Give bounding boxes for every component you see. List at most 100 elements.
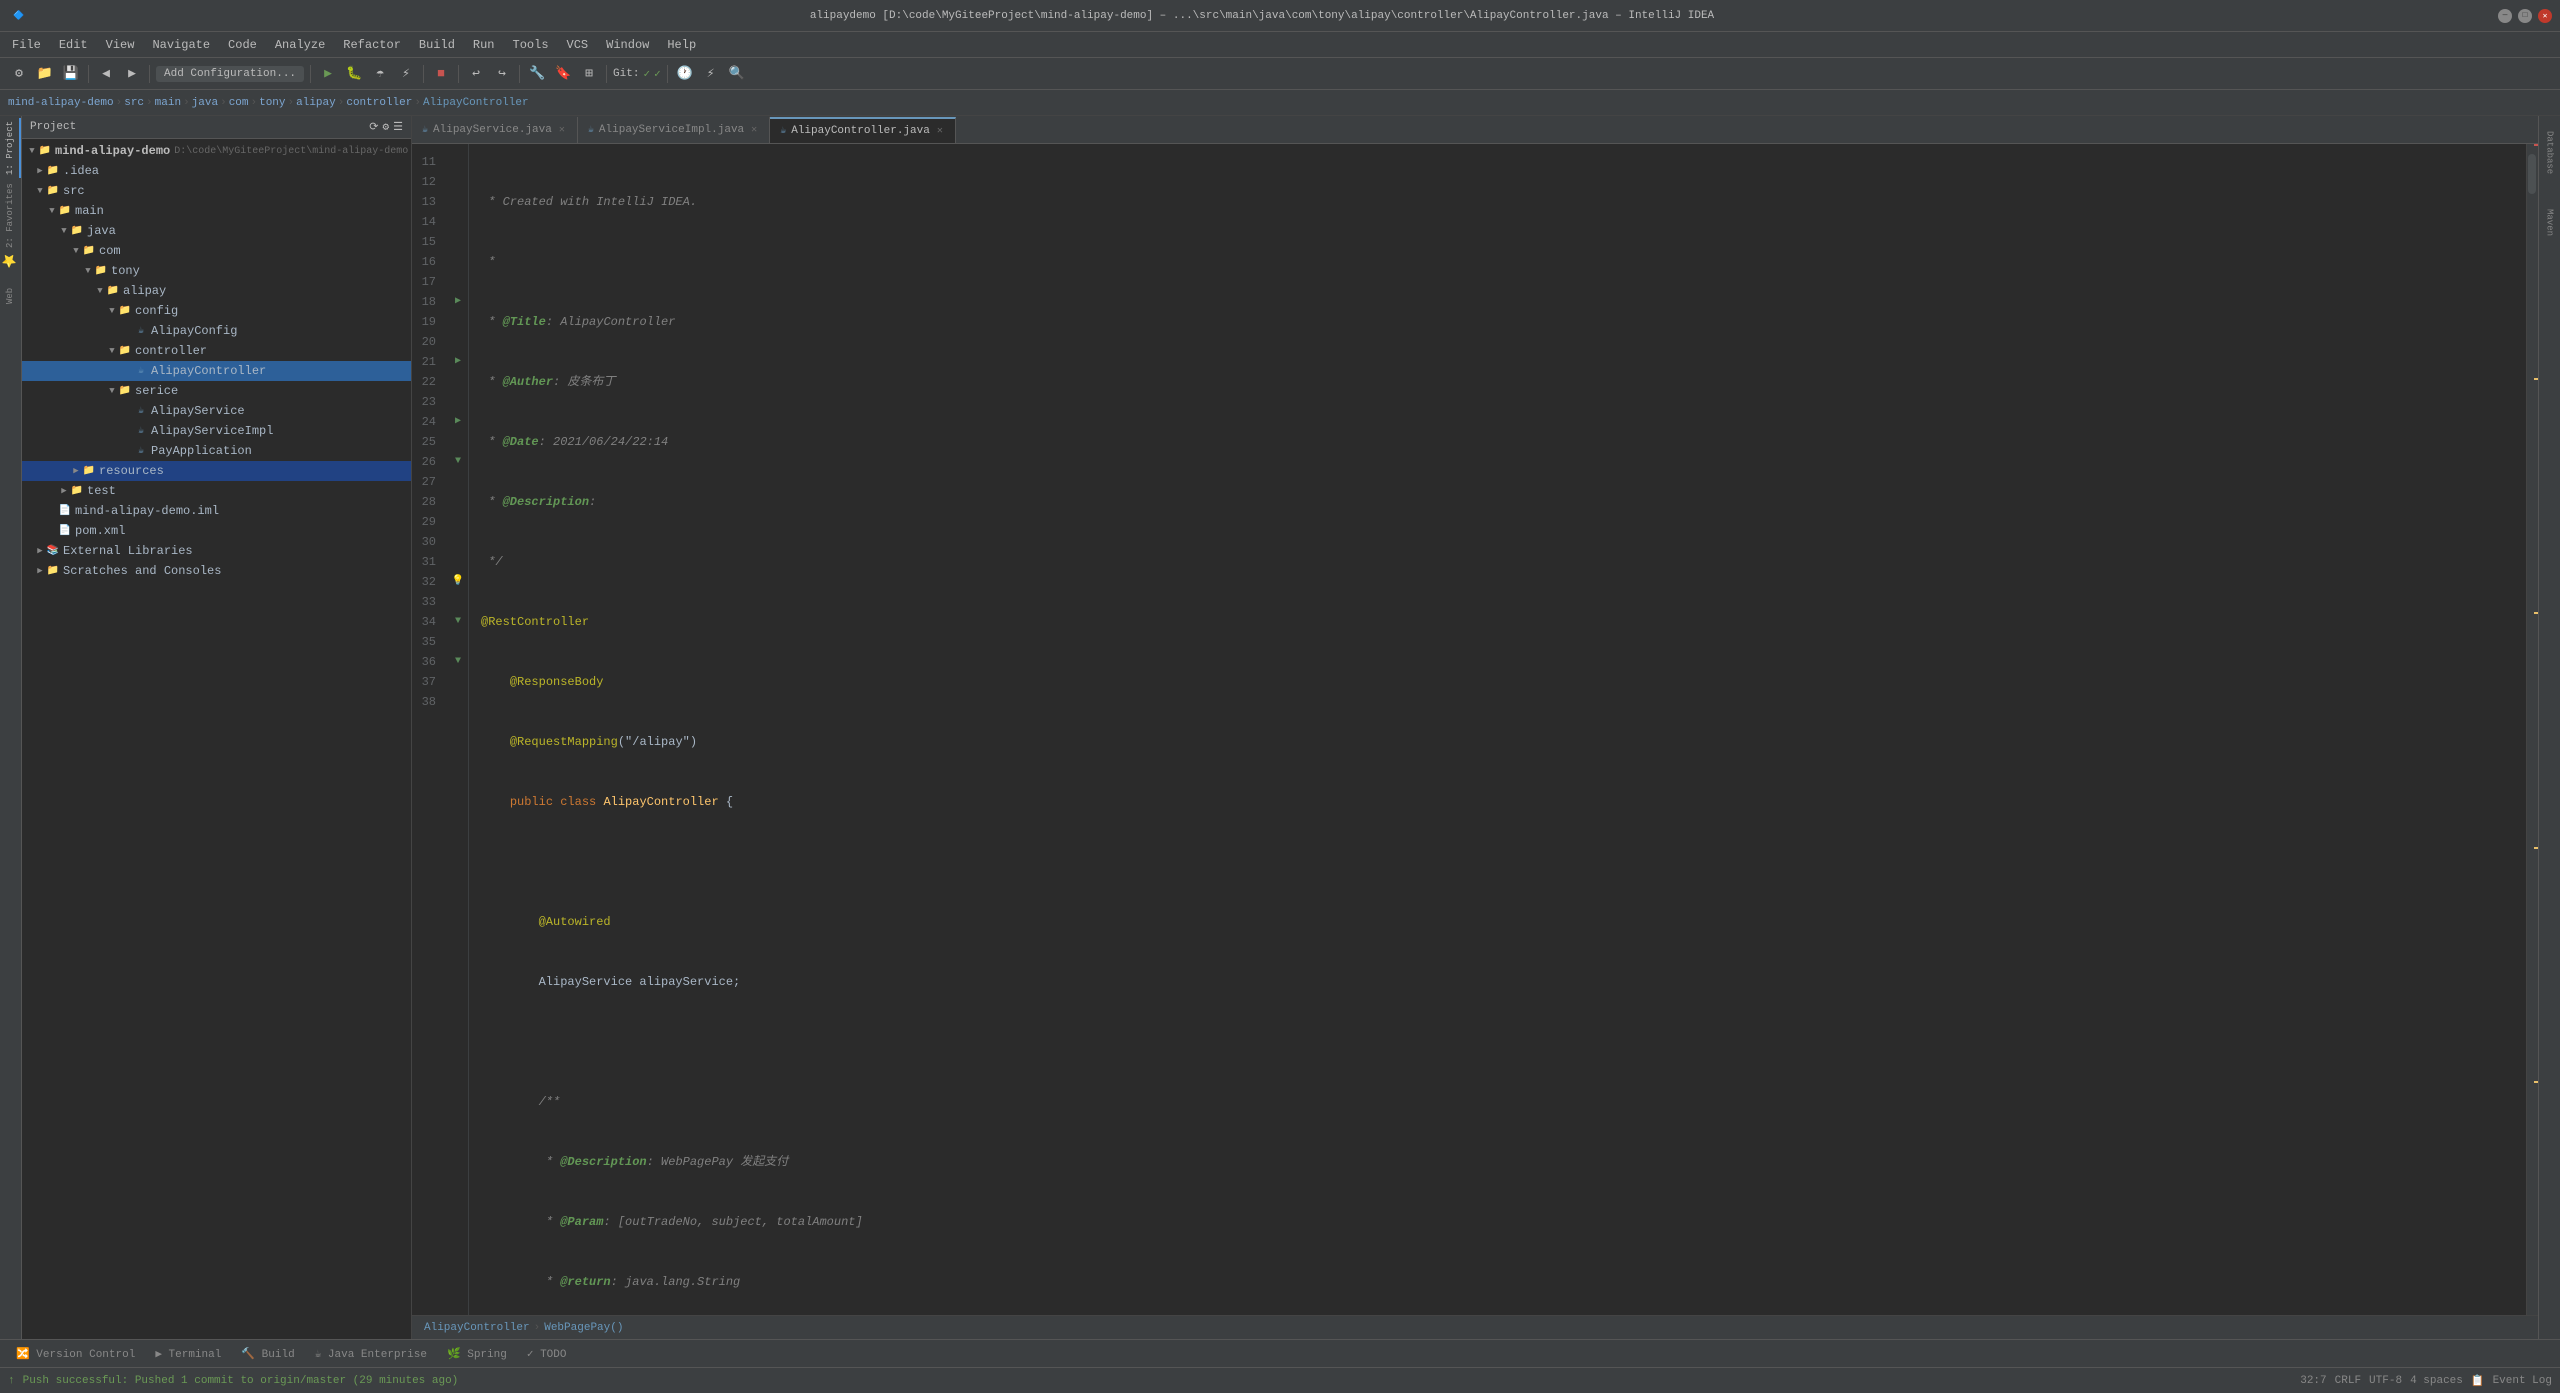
tab-alipayserviceimpl[interactable]: ☕ AlipayServiceImpl.java ✕ <box>578 117 770 143</box>
gutter-36[interactable]: ▼ <box>448 652 468 672</box>
menu-file[interactable]: File <box>4 36 49 54</box>
project-settings-icon[interactable]: ⚙ <box>383 120 390 134</box>
scroll-indicator[interactable] <box>2526 144 2538 1315</box>
toolbar-search-everywhere[interactable]: 🔍 <box>726 63 748 85</box>
editor-breadcrumb-method[interactable]: WebPagePay() <box>544 1322 623 1334</box>
tree-alipay[interactable]: ▼ 📁 alipay <box>22 281 411 301</box>
toolbar-stop[interactable]: ■ <box>430 63 452 85</box>
breadcrumb-root[interactable]: mind-alipay-demo <box>8 97 114 109</box>
toolbar-debug[interactable]: 🐛 <box>343 63 365 85</box>
tree-root[interactable]: ▼ 📁 mind-alipay-demo D:\code\MyGiteeProj… <box>22 141 411 161</box>
breadcrumb-controller[interactable]: controller <box>346 97 412 109</box>
toolbar-back[interactable]: ◀ <box>95 63 117 85</box>
breadcrumb-src[interactable]: src <box>124 97 144 109</box>
tab-close-serviceimpl[interactable]: ✕ <box>749 124 759 136</box>
tree-test[interactable]: ▶ 📁 test <box>22 481 411 501</box>
status-crlf[interactable]: CRLF <box>2335 1375 2361 1387</box>
toolbar-coverage[interactable]: ☂ <box>369 63 391 85</box>
tree-java[interactable]: ▼ 📁 java <box>22 221 411 241</box>
menu-navigate[interactable]: Navigate <box>144 36 218 54</box>
toolbar-profile[interactable]: ⚡ <box>395 63 417 85</box>
toolbar-grid[interactable]: ⊞ <box>578 63 600 85</box>
tab-close-service[interactable]: ✕ <box>557 124 567 136</box>
menu-refactor[interactable]: Refactor <box>335 36 409 54</box>
menu-window[interactable]: Window <box>598 36 657 54</box>
menu-view[interactable]: View <box>98 36 143 54</box>
status-eventlog[interactable]: Event Log <box>2493 1375 2552 1387</box>
sidebar-star[interactable]: ⭐ <box>1 246 21 276</box>
toolbar-save[interactable]: 💾 <box>60 63 82 85</box>
sidebar-database[interactable]: Database <box>2540 118 2560 188</box>
tree-tony[interactable]: ▼ 📁 tony <box>22 261 411 281</box>
gutter-34[interactable]: ▼ <box>448 612 468 632</box>
tree-iml[interactable]: ▼ 📄 mind-alipay-demo.iml <box>22 501 411 521</box>
gutter-18[interactable]: ▶ <box>448 292 468 312</box>
tree-serice[interactable]: ▼ 📁 serice <box>22 381 411 401</box>
status-spaces[interactable]: 4 spaces <box>2410 1375 2463 1387</box>
editor-breadcrumb-class[interactable]: AlipayController <box>424 1322 530 1334</box>
gutter-21[interactable]: ▶ <box>448 352 468 372</box>
sidebar-favorites[interactable]: 2: Favorites <box>1 186 21 246</box>
tree-main[interactable]: ▼ 📁 main <box>22 201 411 221</box>
toolbar-wrench[interactable]: 🔧 <box>526 63 548 85</box>
tree-idea[interactable]: ▶ 📁 .idea <box>22 161 411 181</box>
tree-com[interactable]: ▼ 📁 com <box>22 241 411 261</box>
tab-close-controller[interactable]: ✕ <box>935 125 945 137</box>
bottom-tab-spring[interactable]: 🌿 Spring <box>439 1345 515 1363</box>
close-button[interactable]: ✕ <box>2538 9 2552 23</box>
tree-pomxml[interactable]: ▼ 📄 pom.xml <box>22 521 411 541</box>
gutter-26[interactable]: ▼ <box>448 452 468 472</box>
tree-config[interactable]: ▼ 📁 config <box>22 301 411 321</box>
menu-run[interactable]: Run <box>465 36 503 54</box>
menu-code[interactable]: Code <box>220 36 265 54</box>
menu-help[interactable]: Help <box>659 36 704 54</box>
sidebar-web[interactable]: Web <box>1 276 21 316</box>
menu-tools[interactable]: Tools <box>505 36 557 54</box>
minimize-button[interactable]: — <box>2498 9 2512 23</box>
sidebar-project[interactable]: 1: Project <box>1 118 21 178</box>
tab-alipaycontroller[interactable]: ☕ AlipayController.java ✕ <box>770 117 956 143</box>
gutter-32[interactable]: 💡 <box>448 572 468 592</box>
toolbar-redo[interactable]: ↪ <box>491 63 513 85</box>
tree-external[interactable]: ▶ 📚 External Libraries <box>22 541 411 561</box>
toolbar-undo[interactable]: ↩ <box>465 63 487 85</box>
project-sync-icon[interactable]: ⟳ <box>369 120 378 134</box>
tree-alipayconfig[interactable]: ▼ ☕ AlipayConfig <box>22 321 411 341</box>
toolbar-settings[interactable]: ⚙ <box>8 63 30 85</box>
tree-alipayservice[interactable]: ▼ ☕ AlipayService <box>22 401 411 421</box>
menu-analyze[interactable]: Analyze <box>267 36 333 54</box>
status-charset[interactable]: UTF-8 <box>2369 1375 2402 1387</box>
menu-edit[interactable]: Edit <box>51 36 96 54</box>
tree-alipayserviceimpl[interactable]: ▼ ☕ AlipayServiceImpl <box>22 421 411 441</box>
toolbar-open[interactable]: 📁 <box>34 63 56 85</box>
bottom-tab-vcs[interactable]: 🔀 Version Control <box>8 1345 143 1363</box>
toolbar-run-btn[interactable]: ▶ <box>317 63 339 85</box>
tree-alipaycontroller[interactable]: ▼ ☕ AlipayController <box>22 361 411 381</box>
breadcrumb-tony[interactable]: tony <box>259 97 285 109</box>
toolbar-bookmark[interactable]: 🔖 <box>552 63 574 85</box>
bottom-tab-terminal[interactable]: ▶ Terminal <box>147 1345 229 1363</box>
breadcrumb-file[interactable]: AlipayController <box>423 97 529 109</box>
breadcrumb-main[interactable]: main <box>155 97 181 109</box>
bottom-tab-build[interactable]: 🔨 Build <box>233 1345 302 1363</box>
toolbar-clock[interactable]: 🕐 <box>674 63 696 85</box>
breadcrumb-alipay[interactable]: alipay <box>296 97 336 109</box>
sidebar-maven[interactable]: Maven <box>2540 188 2560 258</box>
breadcrumb-com[interactable]: com <box>229 97 249 109</box>
toolbar-merge[interactable]: ⚡ <box>700 63 722 85</box>
project-gear-icon[interactable]: ☰ <box>393 120 403 134</box>
tree-scratches[interactable]: ▶ 📁 Scratches and Consoles <box>22 561 411 581</box>
tree-payapplication[interactable]: ▼ ☕ PayApplication <box>22 441 411 461</box>
toolbar-forward[interactable]: ▶ <box>121 63 143 85</box>
scrollbar-thumb[interactable] <box>2528 154 2536 194</box>
gutter-24[interactable]: ▶ <box>448 412 468 432</box>
tree-resources[interactable]: ▶ 📁 resources <box>22 461 411 481</box>
tab-alipayservice[interactable]: ☕ AlipayService.java ✕ <box>412 117 578 143</box>
menu-vcs[interactable]: VCS <box>559 36 597 54</box>
bottom-tab-todo[interactable]: ✓ TODO <box>519 1345 575 1363</box>
bottom-tab-javaenterprise[interactable]: ☕ Java Enterprise <box>307 1345 435 1363</box>
code-content[interactable]: * Created with IntelliJ IDEA. * * @Title… <box>469 144 2526 1315</box>
tree-src[interactable]: ▼ 📁 src <box>22 181 411 201</box>
maximize-button[interactable]: □ <box>2518 9 2532 23</box>
tree-controller[interactable]: ▼ 📁 controller <box>22 341 411 361</box>
